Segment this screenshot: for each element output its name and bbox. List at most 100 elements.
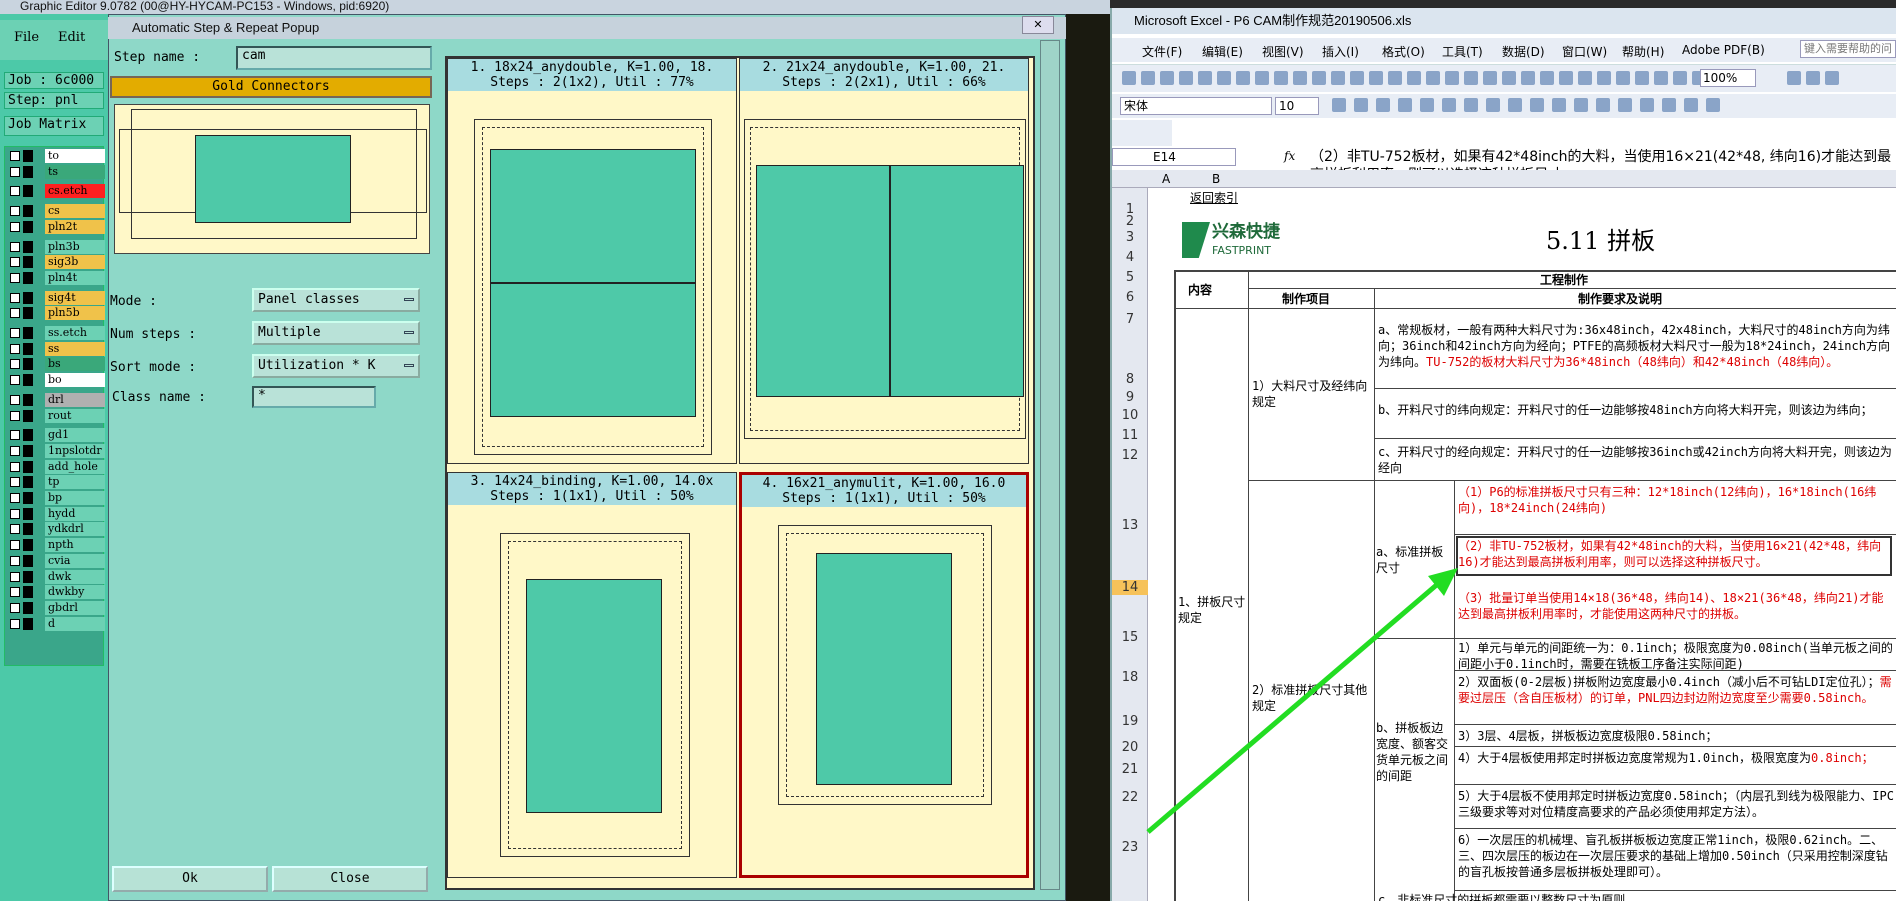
row-header[interactable]: 10 bbox=[1112, 408, 1148, 423]
job-matrix-button[interactable]: Job Matrix bbox=[4, 116, 104, 136]
toolbar-button-icon[interactable] bbox=[1198, 71, 1212, 85]
layer-checkbox[interactable] bbox=[10, 308, 20, 319]
layer-checkbox[interactable] bbox=[10, 221, 20, 232]
toolbar-button-icon[interactable] bbox=[1521, 71, 1535, 85]
layer-checkbox[interactable] bbox=[10, 540, 20, 551]
layer-checkbox[interactable] bbox=[10, 241, 20, 252]
layer-checkbox[interactable] bbox=[10, 206, 20, 217]
layer-item[interactable]: cvia bbox=[7, 553, 105, 568]
row-header[interactable]: 12 bbox=[1112, 448, 1148, 463]
layer-item[interactable]: ts bbox=[7, 164, 105, 179]
layer-item[interactable]: cs.etch bbox=[7, 184, 105, 199]
ok-button[interactable]: Ok bbox=[112, 866, 268, 892]
excel-menu-item[interactable]: 插入(I) bbox=[1322, 43, 1359, 60]
candidate-cell-3[interactable]: 3. 14x24_binding, K=1.00, 14.0x Steps : 1… bbox=[447, 472, 737, 878]
candidate-cell-2[interactable]: 2. 21x24_anydouble, K=1.00, 21. Steps : 2… bbox=[739, 58, 1029, 464]
cell-b5[interactable]: 5）大于4层板不使用邦定时拼板边宽度0.58inch；（内层孔到线为极限能力、I… bbox=[1458, 788, 1894, 820]
layer-item[interactable]: sig4t bbox=[7, 290, 105, 305]
layer-checkbox[interactable] bbox=[10, 328, 20, 338]
layer-checkbox[interactable] bbox=[10, 343, 20, 354]
cell-r7[interactable]: a、常规板材，一般有两种大料尺寸为:36x48inch，42x48inch，大料… bbox=[1378, 322, 1894, 370]
toolbar-button-icon[interactable] bbox=[1141, 71, 1155, 85]
excel-menu-item[interactable]: 帮助(H) bbox=[1622, 43, 1664, 60]
layer-checkbox[interactable] bbox=[10, 445, 20, 456]
format-button-icon[interactable] bbox=[1508, 98, 1522, 112]
layer-item[interactable]: pln3b bbox=[7, 239, 105, 254]
layer-item[interactable]: ss bbox=[7, 341, 105, 356]
popup-scrollbar[interactable] bbox=[1040, 40, 1060, 890]
excel-menu-item[interactable]: Adobe PDF(B) bbox=[1682, 43, 1765, 57]
layer-item[interactable]: rout bbox=[7, 408, 105, 423]
row-header[interactable]: 3 bbox=[1112, 230, 1148, 245]
cell-r11[interactable]: c、开料尺寸的经向规定：开料尺寸的任一边能够按36inch或42inch方向将大… bbox=[1378, 444, 1894, 476]
menu-file[interactable]: File bbox=[14, 30, 39, 45]
format-button-icon[interactable] bbox=[1596, 98, 1610, 112]
format-button-icon[interactable] bbox=[1442, 98, 1456, 112]
format-button-icon[interactable] bbox=[1640, 98, 1654, 112]
layer-item[interactable]: drl bbox=[7, 392, 105, 407]
layer-item[interactable]: hydd bbox=[7, 506, 105, 521]
toolbar-button-icon[interactable] bbox=[1331, 71, 1345, 85]
toolbar-button-icon[interactable] bbox=[1483, 71, 1497, 85]
row-header[interactable]: 11 bbox=[1112, 428, 1148, 443]
layer-checkbox[interactable] bbox=[10, 524, 20, 535]
excel-menu-item[interactable]: 编辑(E) bbox=[1202, 43, 1243, 60]
toolbar-button-icon[interactable] bbox=[1825, 71, 1839, 85]
layer-item[interactable]: cs bbox=[7, 204, 105, 219]
back-index-link[interactable]: 返回索引 bbox=[1190, 190, 1238, 206]
format-button-icon[interactable] bbox=[1706, 98, 1720, 112]
help-search-input[interactable]: 键入需要帮助的问 bbox=[1800, 40, 1896, 58]
layer-checkbox[interactable] bbox=[10, 602, 20, 613]
layer-checkbox[interactable] bbox=[10, 257, 20, 268]
toolbar-button-icon[interactable] bbox=[1597, 71, 1611, 85]
toolbar-button-icon[interactable] bbox=[1350, 71, 1364, 85]
toolbar-button-icon[interactable] bbox=[1787, 71, 1801, 85]
layer-checkbox[interactable] bbox=[10, 272, 20, 283]
num-steps-select[interactable]: Multiple bbox=[252, 321, 420, 345]
toolbar-button-icon[interactable] bbox=[1654, 71, 1668, 85]
format-button-icon[interactable] bbox=[1684, 98, 1698, 112]
format-button-icon[interactable] bbox=[1486, 98, 1500, 112]
layer-item[interactable]: dwkby bbox=[7, 585, 105, 600]
popup-close-button[interactable]: ✕ bbox=[1022, 16, 1054, 34]
close-button[interactable]: Close bbox=[272, 866, 428, 892]
toolbar-button-icon[interactable] bbox=[1445, 71, 1459, 85]
col-b[interactable]: B bbox=[1212, 172, 1220, 186]
candidate-cell-4[interactable]: 4. 16x21_anymulit, K=1.00, 16.0 Steps : 1… bbox=[739, 472, 1029, 878]
row-header[interactable]: 9 bbox=[1112, 390, 1148, 405]
cell-bottom[interactable]: c、非标准尺寸的拼板都需要以整数尺寸为原则 bbox=[1378, 892, 1894, 901]
toolbar-button-icon[interactable] bbox=[1274, 71, 1288, 85]
toolbar-button-icon[interactable] bbox=[1578, 71, 1592, 85]
format-button-icon[interactable] bbox=[1354, 98, 1368, 112]
excel-menu-item[interactable]: 格式(O) bbox=[1382, 43, 1425, 60]
toolbar-button-icon[interactable] bbox=[1502, 71, 1516, 85]
class-name-input[interactable]: * bbox=[252, 386, 376, 408]
format-button-icon[interactable] bbox=[1530, 98, 1544, 112]
excel-menu-item[interactable]: 文件(F) bbox=[1142, 43, 1182, 60]
toolbar-button-icon[interactable] bbox=[1179, 71, 1193, 85]
cell-b6[interactable]: 6）一次层压的机械埋、盲孔板拼板板边宽度正常1inch，极限0.62inch。二… bbox=[1458, 832, 1894, 880]
layer-item[interactable]: to bbox=[7, 149, 105, 163]
zoom-select[interactable]: 100% bbox=[1700, 69, 1756, 87]
toolbar-button-icon[interactable] bbox=[1616, 71, 1630, 85]
layer-checkbox[interactable] bbox=[10, 587, 20, 598]
row-header[interactable]: 5 bbox=[1112, 270, 1148, 285]
layer-checkbox[interactable] bbox=[10, 461, 20, 472]
layer-item[interactable]: sig3b bbox=[7, 255, 105, 270]
format-button-icon[interactable] bbox=[1574, 98, 1588, 112]
toolbar-button-icon[interactable] bbox=[1369, 71, 1383, 85]
layer-checkbox[interactable] bbox=[10, 292, 20, 303]
layer-checkbox[interactable] bbox=[10, 186, 20, 197]
layer-item[interactable]: pln5b bbox=[7, 306, 105, 321]
row-header[interactable]: 23 bbox=[1112, 840, 1148, 855]
toolbar-button-icon[interactable] bbox=[1293, 71, 1307, 85]
layer-checkbox[interactable] bbox=[10, 555, 20, 566]
toolbar-button-icon[interactable] bbox=[1464, 71, 1478, 85]
layer-item[interactable]: pln2t bbox=[7, 219, 105, 234]
toolbar-button-icon[interactable] bbox=[1160, 71, 1174, 85]
layer-item[interactable]: ss.etch bbox=[7, 326, 105, 340]
toolbar-button-icon[interactable] bbox=[1217, 71, 1231, 85]
layer-item[interactable]: bo bbox=[7, 373, 105, 388]
layer-item[interactable]: d bbox=[7, 616, 105, 631]
name-box[interactable]: E14 bbox=[1112, 148, 1236, 166]
